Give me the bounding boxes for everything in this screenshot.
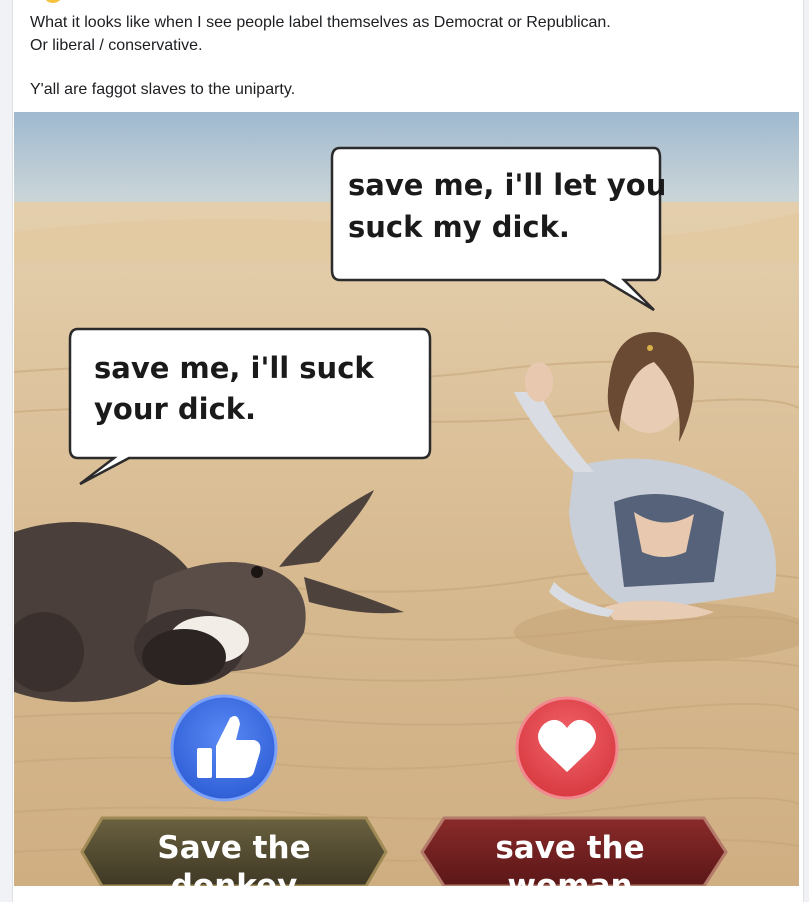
- post-body: What it looks like when I see people lab…: [30, 12, 770, 102]
- bubble-left-line1: save me, i'll suck: [94, 351, 374, 385]
- save-donkey-label-line2: donkey: [171, 868, 298, 886]
- post-text-line: What it looks like when I see people lab…: [30, 14, 611, 31]
- bubble-right-line2: suck my dick.: [348, 210, 570, 244]
- heart-icon[interactable]: [515, 696, 619, 800]
- post-text-line: Y'all are faggot slaves to the uniparty.: [30, 81, 296, 98]
- save-woman-button[interactable]: save the woman: [420, 816, 728, 886]
- save-donkey-button[interactable]: Save the donkey: [80, 816, 388, 886]
- save-woman-label-line2: woman: [507, 868, 632, 886]
- bubble-left-line2: your dick.: [94, 392, 256, 426]
- post-card: What it looks like when I see people lab…: [12, 0, 804, 902]
- bubble-right-line1: save me, i'll let you: [348, 168, 666, 202]
- save-donkey-label-line1: Save the: [157, 830, 310, 866]
- thumbs-up-icon[interactable]: [170, 694, 278, 802]
- post-text-line: Or liberal / conservative.: [30, 36, 203, 54]
- avatar[interactable]: [43, 0, 63, 3]
- post-image[interactable]: save me, i'll let you suck my dick. save…: [14, 112, 799, 886]
- save-woman-label-line1: save the: [495, 830, 644, 866]
